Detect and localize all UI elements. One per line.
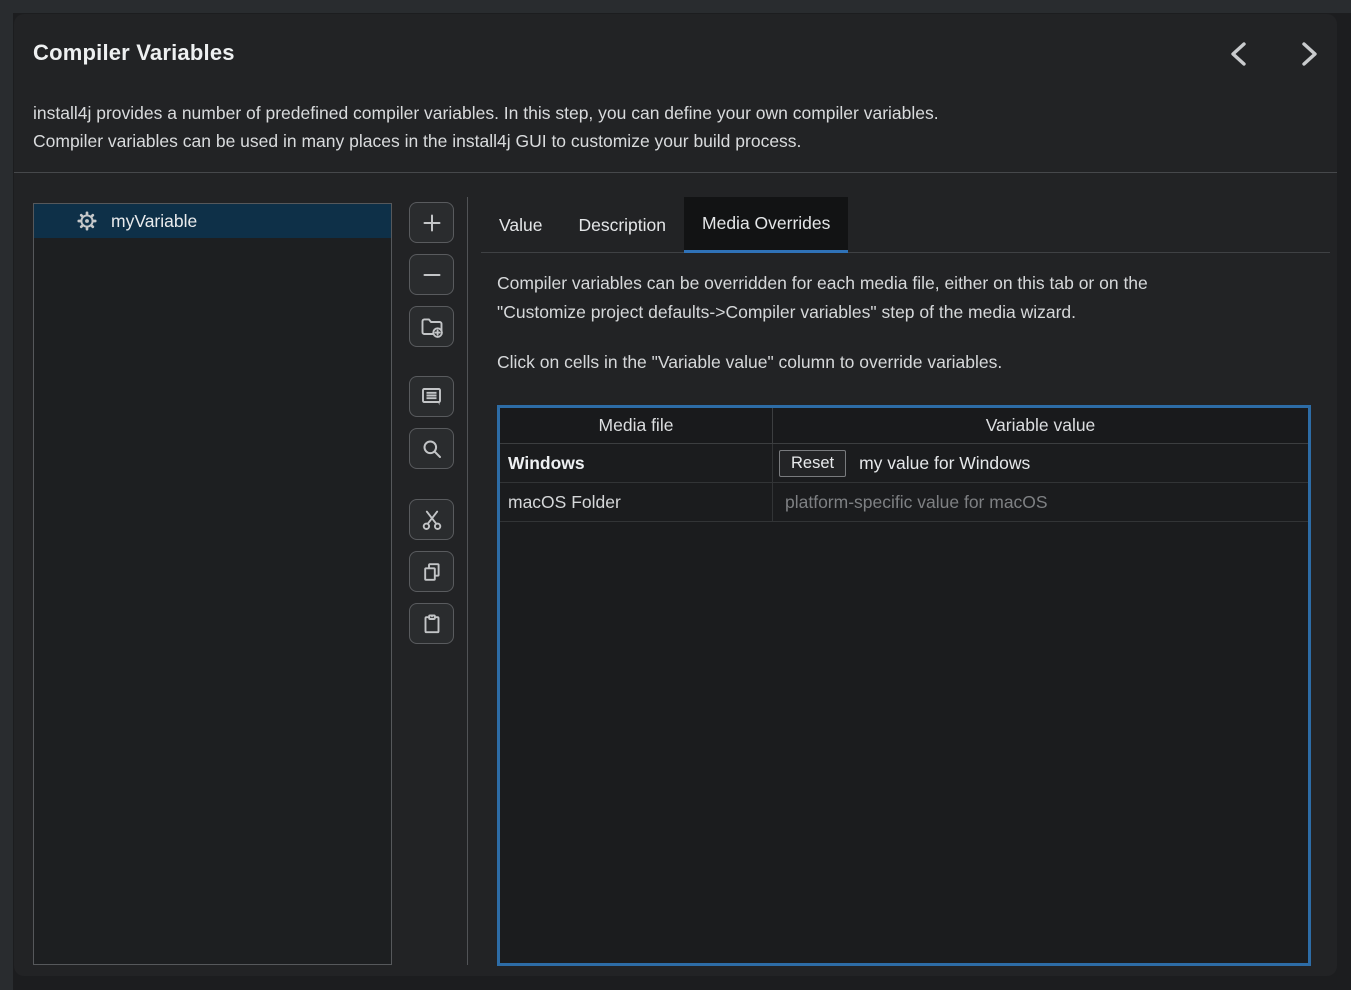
comments-button[interactable] xyxy=(409,376,454,417)
window-frame-left xyxy=(0,0,13,990)
page-description-line-2: Compiler variables can be used in many p… xyxy=(33,127,939,155)
media-overrides-table: Media file Variable value Windows Reset … xyxy=(497,405,1311,966)
next-step-button[interactable] xyxy=(1294,36,1324,72)
copy-icon xyxy=(420,560,444,584)
table-row-macos-folder: macOS Folder platform-specific value for… xyxy=(500,483,1308,522)
clipboard-icon xyxy=(420,612,444,636)
tab-value[interactable]: Value xyxy=(481,197,560,253)
tab-bar: Value Description Media Overrides xyxy=(481,197,1330,253)
tab-description[interactable]: Description xyxy=(560,197,684,253)
page-title: Compiler Variables xyxy=(33,40,235,66)
window-frame-top xyxy=(0,0,1351,13)
minus-icon xyxy=(420,263,444,287)
search-button[interactable] xyxy=(409,428,454,469)
chevron-left-icon xyxy=(1226,38,1252,70)
scissors-icon xyxy=(420,508,444,532)
plus-icon xyxy=(420,211,444,235)
tab-media-overrides[interactable]: Media Overrides xyxy=(684,197,848,253)
intro-line-1: Compiler variables can be overridden for… xyxy=(497,269,1148,298)
media-file-cell: macOS Folder xyxy=(500,483,773,521)
list-item-myvariable[interactable]: myVariable xyxy=(34,204,391,238)
folder-plus-icon xyxy=(419,314,445,340)
variable-value-cell[interactable]: Reset my value for Windows xyxy=(773,444,1308,482)
paste-button[interactable] xyxy=(409,603,454,644)
chevron-right-icon xyxy=(1296,38,1322,70)
comment-icon xyxy=(419,384,444,409)
add-folder-button[interactable] xyxy=(409,306,454,347)
variable-value-cell[interactable]: platform-specific value for macOS xyxy=(773,483,1308,521)
intro-line-2: "Customize project defaults->Compiler va… xyxy=(497,298,1148,327)
variable-name-label: myVariable xyxy=(111,211,197,232)
add-button[interactable] xyxy=(409,202,454,243)
column-header-variable-value: Variable value xyxy=(773,408,1308,443)
page-description: install4j provides a number of predefine… xyxy=(33,99,939,155)
variables-list: myVariable xyxy=(33,203,392,965)
header-divider xyxy=(14,172,1337,173)
cut-button[interactable] xyxy=(409,499,454,540)
reset-button[interactable]: Reset xyxy=(779,450,846,477)
media-file-cell: Windows xyxy=(500,444,773,482)
gear-icon xyxy=(76,210,98,232)
override-value-text: my value for Windows xyxy=(859,453,1030,474)
panel-separator xyxy=(467,197,468,965)
prev-step-button[interactable] xyxy=(1224,36,1254,72)
media-overrides-intro: Compiler variables can be overridden for… xyxy=(497,269,1148,327)
magnifier-icon xyxy=(420,437,444,461)
remove-button[interactable] xyxy=(409,254,454,295)
placeholder-value-text: platform-specific value for macOS xyxy=(779,492,1048,513)
copy-button[interactable] xyxy=(409,551,454,592)
page-description-line-1: install4j provides a number of predefine… xyxy=(33,99,939,127)
table-header-row: Media file Variable value xyxy=(500,408,1308,444)
table-row-windows: Windows Reset my value for Windows xyxy=(500,444,1308,483)
media-overrides-hint: Click on cells in the "Variable value" c… xyxy=(497,352,1002,373)
column-header-media-file: Media file xyxy=(500,408,773,443)
